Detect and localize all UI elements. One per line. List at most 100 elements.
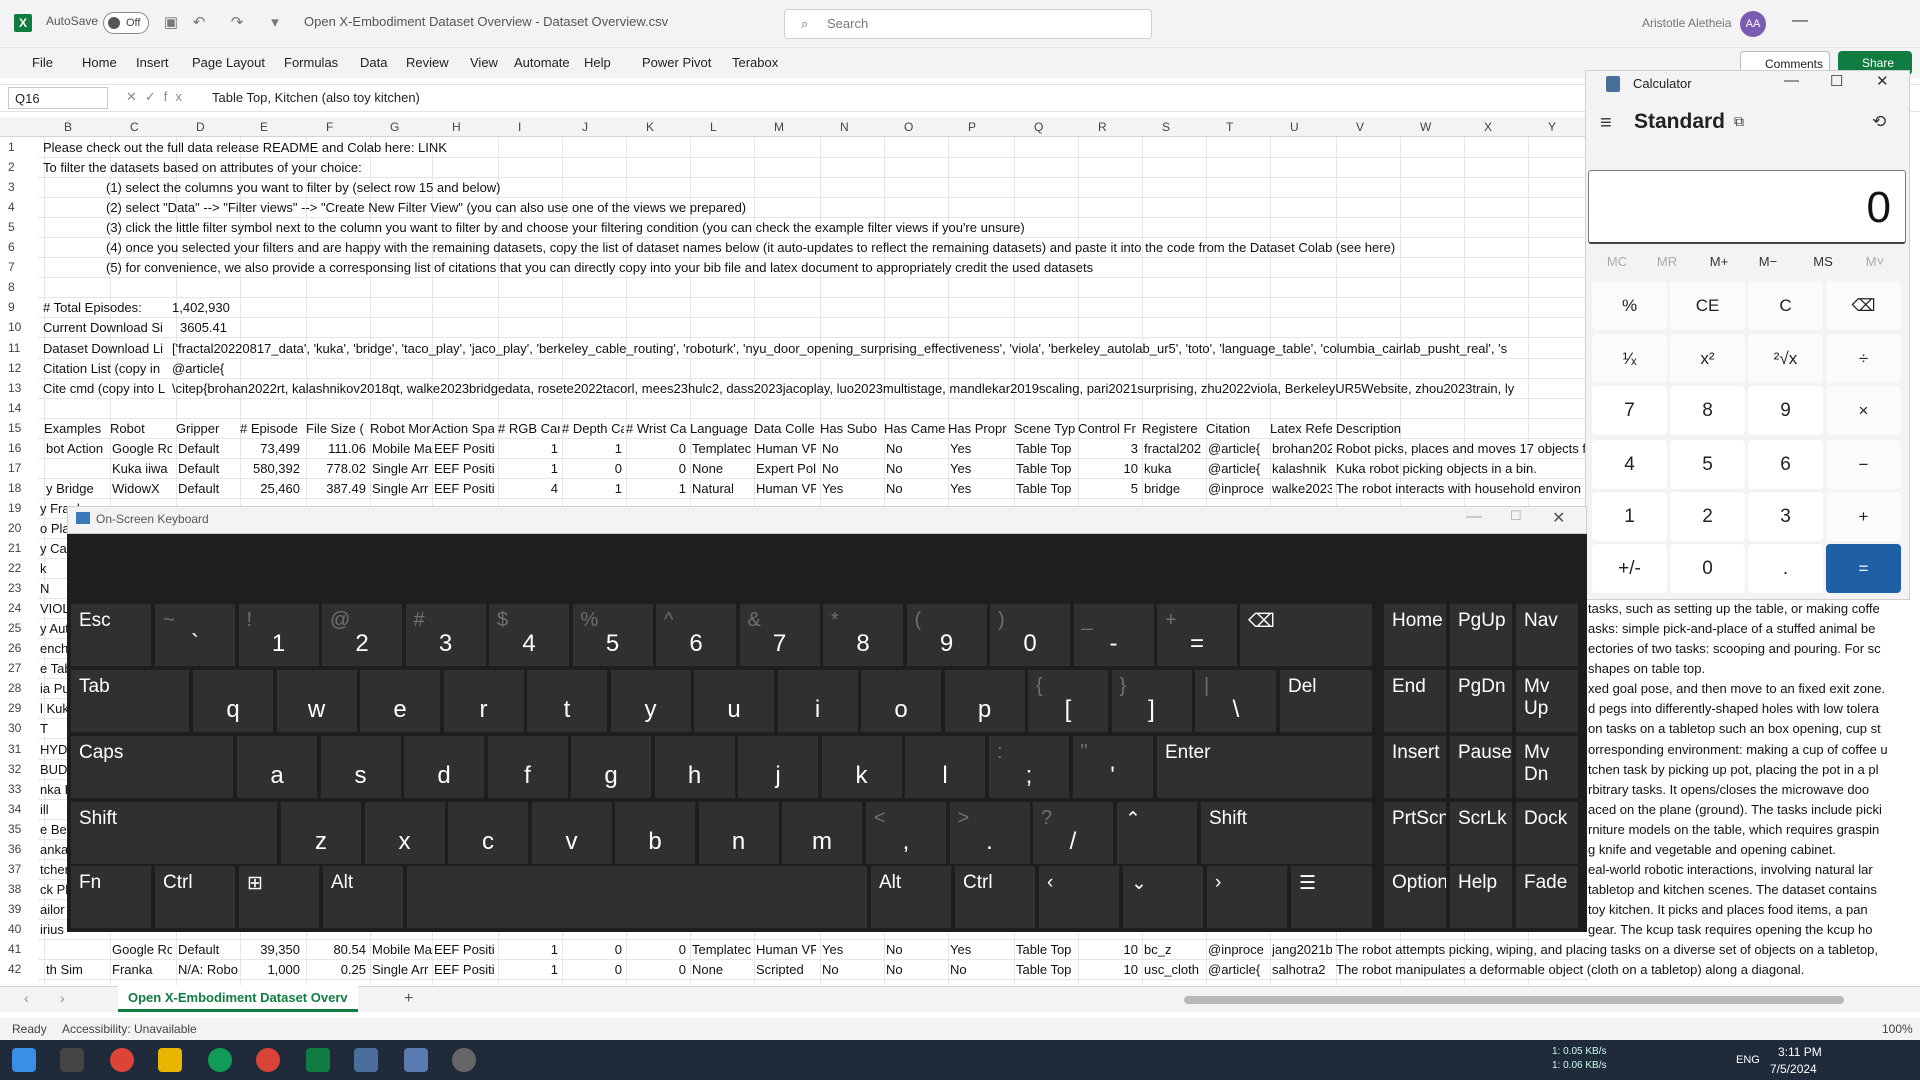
row-header-27[interactable]: 27 (0, 661, 38, 675)
data-cell[interactable]: WidowX (112, 481, 172, 496)
calc-key-9[interactable]: 8 (1670, 386, 1745, 435)
key-del[interactable]: Del (1280, 670, 1372, 732)
data-cell[interactable]: Templatec (692, 942, 752, 957)
key-fn[interactable]: Fn (71, 866, 151, 928)
column-header-U[interactable]: U (1290, 120, 1299, 134)
calc-minimize-icon[interactable]: — (1784, 72, 1799, 89)
row-header-21[interactable]: 21 (0, 541, 38, 555)
file-explorer-icon[interactable] (158, 1048, 182, 1072)
header-cell[interactable]: # Depth Ca (562, 421, 624, 436)
key-insert[interactable]: Insert (1384, 736, 1446, 798)
data-cell[interactable]: No (886, 441, 946, 456)
data-cell[interactable]: 111.06 (306, 441, 366, 456)
menu-view[interactable]: View (470, 55, 498, 70)
key-ctrl-left[interactable]: Ctrl (155, 866, 235, 928)
data-cell[interactable]: EEF Positi (434, 962, 494, 977)
add-sheet-icon[interactable]: + (404, 990, 413, 1008)
data-cell[interactable]: 5 (1078, 481, 1138, 496)
fx-icon[interactable]: fx (164, 89, 190, 104)
key-shift-left[interactable]: Shift (71, 802, 277, 864)
header-cell[interactable]: Has Came (884, 421, 946, 436)
data-cell[interactable]: Single Arr (372, 461, 432, 476)
key-5[interactable]: % 5 (572, 604, 653, 666)
row-header-20[interactable]: 20 (0, 521, 38, 535)
memory-4[interactable]: MS (1803, 254, 1843, 269)
data-cell[interactable]: EEF Positi (434, 942, 494, 957)
key-y[interactable]: y (610, 670, 691, 732)
key-4[interactable]: $4 (489, 604, 569, 666)
description-cell[interactable]: tchen task by picking up pot, placing th… (1588, 762, 1918, 777)
row-header-10[interactable]: 10 (0, 320, 38, 334)
row-header-30[interactable]: 30 (0, 721, 38, 735)
calc-key-14[interactable]: 6 (1748, 440, 1823, 489)
column-header-L[interactable]: L (710, 120, 717, 134)
zoom-level[interactable]: 100% (1882, 1022, 1913, 1036)
cell-download-size[interactable]: 3605.41 (180, 320, 227, 335)
key-ctrl-right[interactable]: Ctrl (955, 866, 1035, 928)
data-cell[interactable]: Table Top (1016, 461, 1076, 476)
key-home[interactable]: Home (1384, 604, 1446, 666)
data-cell[interactable]: 25,460 (240, 481, 300, 496)
data-cell[interactable]: Yes (950, 441, 1010, 456)
data-cell[interactable]: @article{ (1208, 962, 1268, 977)
data-cell[interactable]: No (886, 962, 946, 977)
key-left-arrow[interactable]: ‹ (1039, 866, 1119, 928)
row-header-31[interactable]: 31 (0, 742, 38, 756)
key-backspace[interactable]: ⌫ (1240, 604, 1372, 666)
key-backslash[interactable]: | \ (1196, 670, 1276, 732)
data-cell[interactable]: Default (178, 942, 238, 957)
calc-key-1[interactable]: CE (1670, 281, 1745, 330)
formula-input[interactable]: Table Top, Kitchen (also toy kitchen) (212, 90, 420, 105)
data-cell[interactable]: @article{ (1208, 441, 1268, 456)
row-header-38[interactable]: 38 (0, 882, 38, 896)
prev-sheet-icon[interactable]: ‹ (24, 990, 29, 1006)
calc-key-10[interactable]: 9 (1748, 386, 1823, 435)
description-cell[interactable]: toy kitchen. It picks and places food it… (1588, 902, 1918, 917)
formula-buttons[interactable]: ✕✓fx (126, 89, 190, 105)
menu-data[interactable]: Data (360, 55, 387, 70)
key-o[interactable]: o (861, 670, 941, 732)
key-s[interactable]: s (320, 736, 401, 798)
column-header-C[interactable]: C (130, 120, 139, 134)
key-n[interactable]: n (698, 802, 779, 864)
key-pgdn[interactable]: PgDn (1450, 670, 1512, 732)
column-header-H[interactable]: H (452, 120, 461, 134)
data-cell[interactable]: Default (178, 441, 238, 456)
key-dock[interactable]: Dock (1516, 802, 1578, 864)
data-cell[interactable]: 10 (1078, 942, 1138, 957)
name-box[interactable]: Q16 (8, 87, 108, 109)
key-up-arrow[interactable]: ⌃ (1117, 802, 1197, 864)
column-header-M[interactable]: M (774, 120, 784, 134)
key-e[interactable]: e (360, 670, 440, 732)
calc-key-2[interactable]: C (1748, 281, 1823, 330)
cell-citation-list[interactable]: @article{ (172, 361, 224, 376)
header-cell[interactable]: Control Fr (1078, 421, 1140, 436)
cell-dataset-list-label[interactable]: Dataset Download Li (43, 341, 167, 356)
key-7[interactable]: & 7 (739, 604, 820, 666)
row-header-7[interactable]: 7 (0, 260, 38, 274)
data-cell[interactable]: No (822, 962, 882, 977)
row-header-13[interactable]: 13 (0, 381, 38, 395)
data-cell[interactable]: @inproce (1208, 481, 1268, 496)
data-cell[interactable]: Table Top (1016, 962, 1076, 977)
calculator-taskbar-icon[interactable] (354, 1048, 378, 1072)
autosave-toggle[interactable]: Off (103, 12, 149, 34)
data-cell[interactable]: 1 (498, 441, 558, 456)
cell-total-episodes-label[interactable]: # Total Episodes: (43, 300, 173, 315)
column-header-E[interactable]: E (260, 120, 268, 134)
calc-key-3[interactable]: ⌫ (1826, 281, 1901, 330)
header-cell[interactable]: File Size ( (306, 421, 368, 436)
data-cell[interactable]: Yes (950, 481, 1010, 496)
row-header-29[interactable]: 29 (0, 701, 38, 715)
column-header-I[interactable]: I (518, 120, 521, 134)
key-k[interactable]: k (821, 736, 902, 798)
key-1[interactable]: ! 1 (238, 604, 319, 666)
row-header-41[interactable]: 41 (0, 942, 38, 956)
row-header-1[interactable]: 1 (0, 140, 38, 154)
data-cell[interactable]: Kuka iiwa (112, 461, 172, 476)
key-enter[interactable]: Enter (1157, 736, 1372, 798)
column-header-J[interactable]: J (582, 120, 588, 134)
description-cell[interactable]: Kuka robot picking objects in a bin. (1336, 461, 1596, 476)
row-header-4[interactable]: 4 (0, 200, 38, 214)
memory-2[interactable]: M+ (1699, 254, 1739, 269)
